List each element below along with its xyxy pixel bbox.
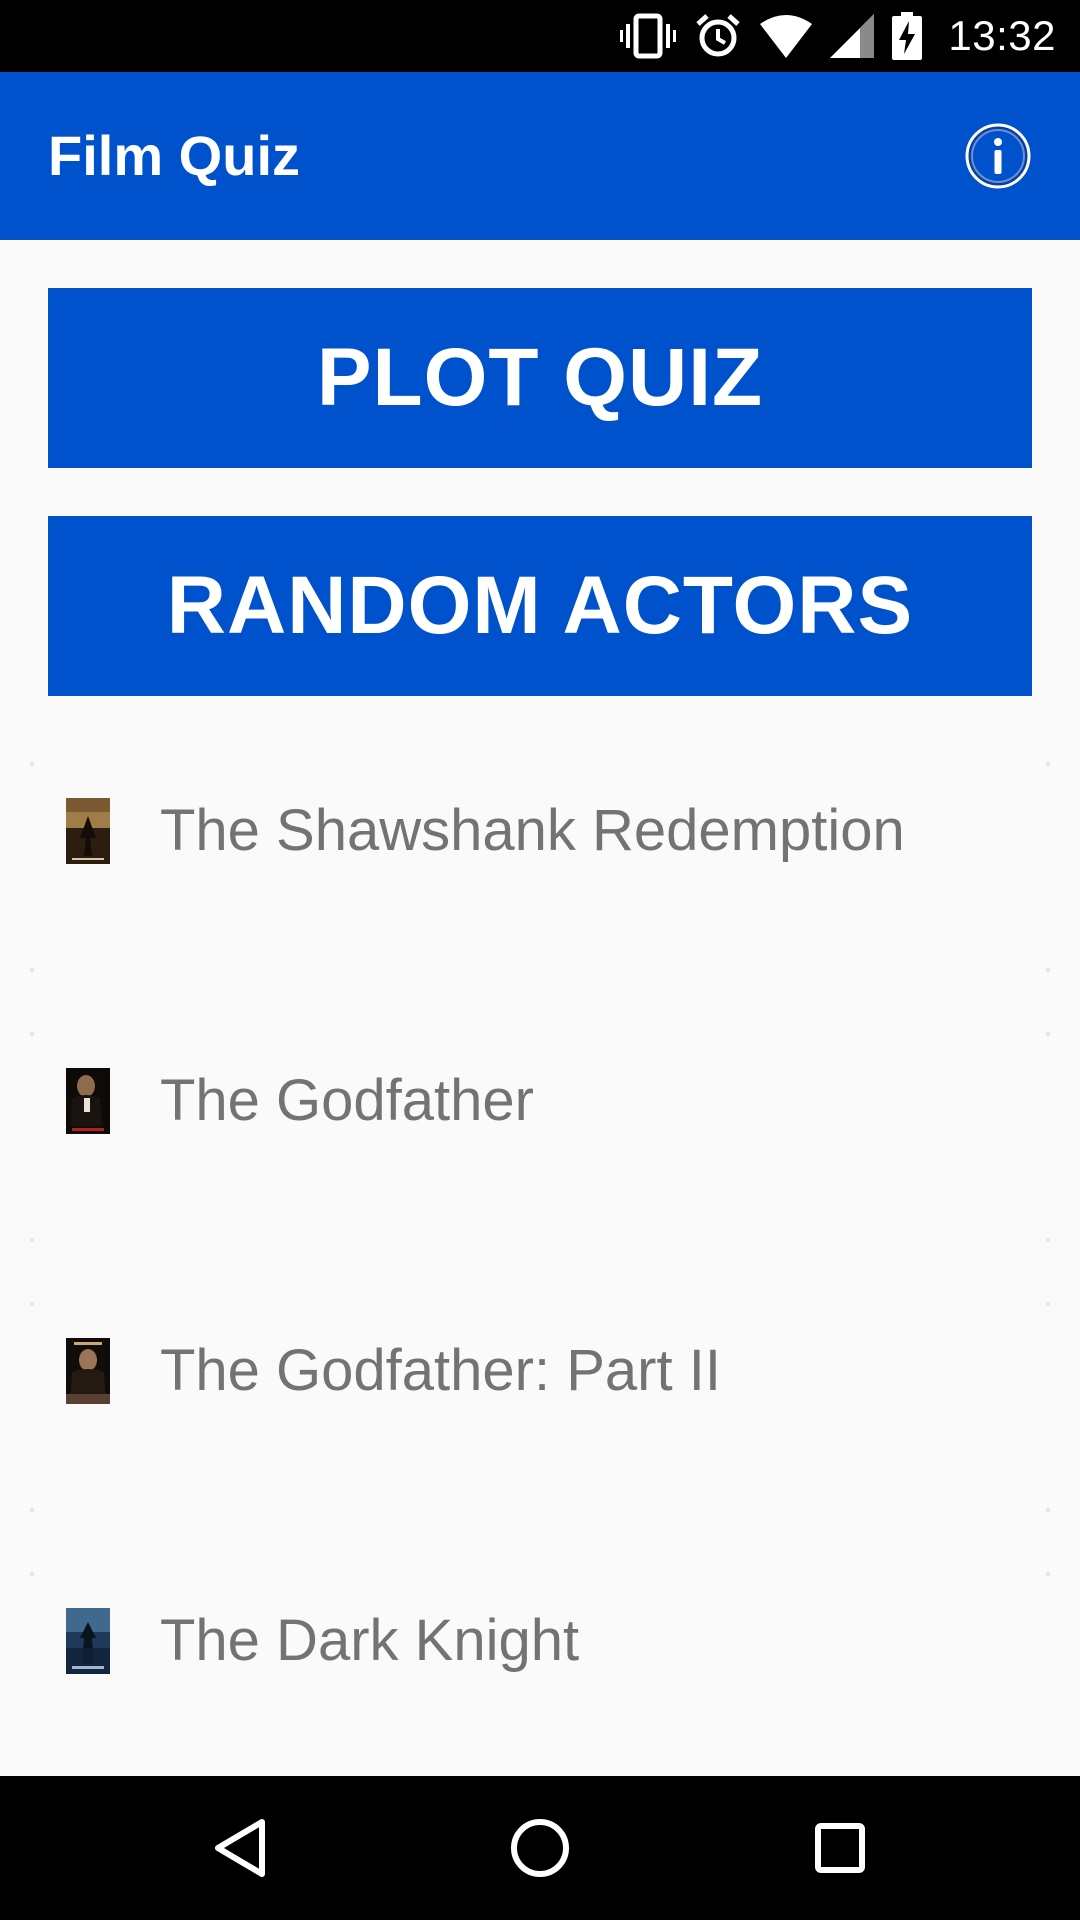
film-list: The Shawshank Redemption The Godfather T… <box>30 762 1050 1842</box>
vibrate-icon <box>620 12 677 60</box>
cell-signal-icon <box>830 14 875 58</box>
film-item-dark-knight[interactable]: The Dark Knight <box>30 1572 1050 1782</box>
film-title: The Godfather <box>160 1068 534 1133</box>
film-title: The Shawshank Redemption <box>160 798 905 863</box>
app-bar: Film Quiz <box>0 72 1080 240</box>
poster-shawshank-icon <box>66 798 110 864</box>
random-actors-button[interactable]: RANDOM ACTORS <box>48 516 1032 696</box>
home-icon <box>511 1819 569 1877</box>
status-bar: 13:32 <box>0 0 1080 72</box>
info-button[interactable] <box>964 122 1032 190</box>
nav-bar <box>0 1776 1080 1920</box>
alarm-icon <box>694 12 742 60</box>
wifi-icon <box>760 14 813 58</box>
app-title: Film Quiz <box>48 124 300 187</box>
film-item-godfather-part-2[interactable]: The Godfather: Part II <box>30 1302 1050 1512</box>
recents-icon <box>815 1823 865 1873</box>
film-title: The Dark Knight <box>160 1608 580 1673</box>
status-time: 13:32 <box>948 12 1056 59</box>
poster-godfather-icon <box>66 1068 110 1134</box>
recents-button[interactable] <box>804 1812 876 1884</box>
back-button[interactable] <box>204 1812 276 1884</box>
plot-quiz-button[interactable]: PLOT QUIZ <box>48 288 1032 468</box>
film-item-godfather[interactable]: The Godfather <box>30 1032 1050 1242</box>
status-icons: 13:32 <box>620 0 1056 72</box>
back-icon <box>215 1819 265 1877</box>
poster-dark-knight-icon <box>66 1608 110 1674</box>
battery-charging-icon <box>892 12 923 60</box>
film-title: The Godfather: Part II <box>160 1338 721 1403</box>
home-button[interactable] <box>504 1812 576 1884</box>
info-icon <box>965 123 1031 189</box>
poster-godfather-2-icon <box>66 1338 110 1404</box>
film-item-shawshank[interactable]: The Shawshank Redemption <box>30 762 1050 972</box>
screen: 13:32 Film Quiz PLOT QUIZ RANDOM ACTORS <box>0 0 1080 1920</box>
